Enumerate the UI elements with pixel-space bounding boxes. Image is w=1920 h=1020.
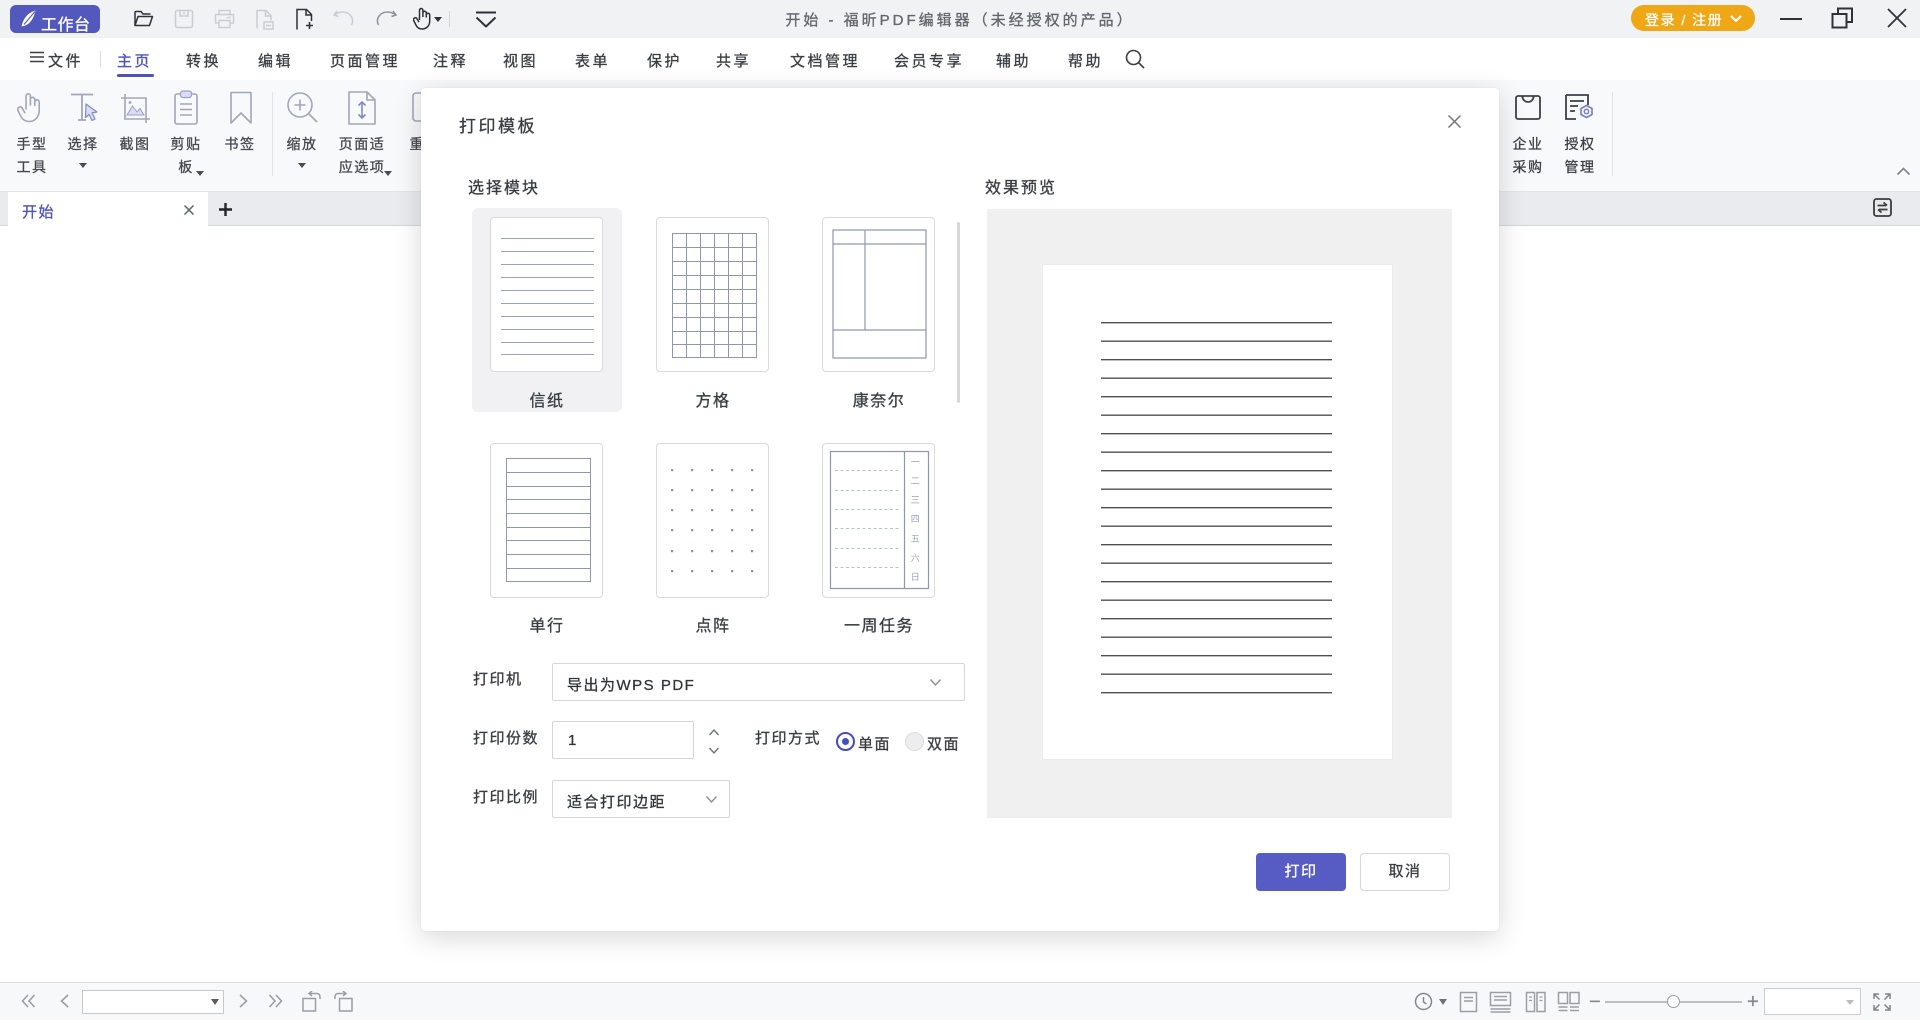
svg-text:五: 五 <box>911 534 922 544</box>
svg-text:二: 二 <box>911 476 922 486</box>
svg-text:三: 三 <box>911 495 922 505</box>
svg-text:六: 六 <box>911 552 922 563</box>
svg-text:四: 四 <box>911 514 922 524</box>
svg-text:日: 日 <box>911 572 922 582</box>
svg-text:一: 一 <box>911 457 922 467</box>
